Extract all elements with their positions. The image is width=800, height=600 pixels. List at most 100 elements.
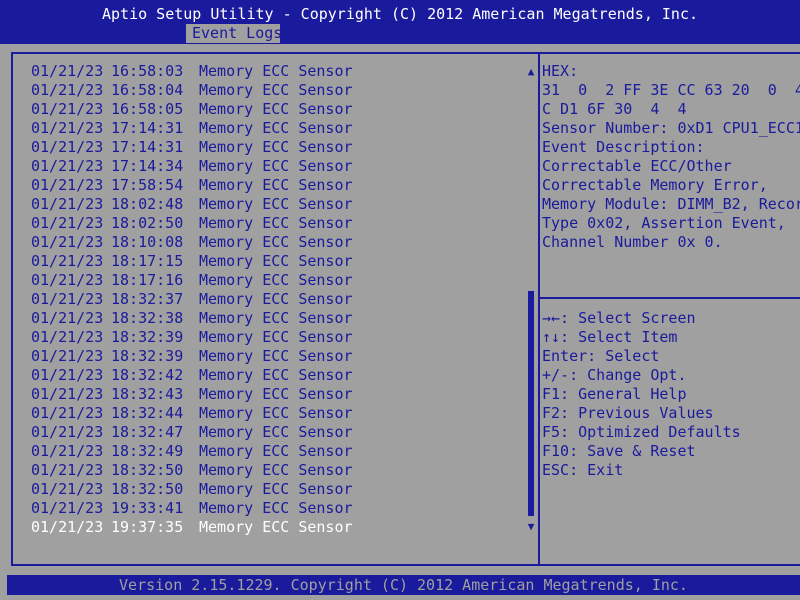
log-sensor: Memory ECC Sensor [199, 404, 353, 422]
footer-bar: Version 2.15.1229. Copyright (C) 2012 Am… [7, 575, 800, 595]
detail-line: Event Description: [542, 138, 705, 156]
log-sensor: Memory ECC Sensor [199, 252, 353, 270]
log-date: 01/21/23 [31, 195, 104, 213]
log-row[interactable]: 01/21/23 18:32:50 Memory ECC Sensor [31, 461, 521, 480]
detail-line: C D1 6F 30 4 4 [542, 100, 687, 118]
key-help-line: F2: Previous Values [542, 404, 714, 422]
log-row[interactable]: 01/21/23 18:32:37 Memory ECC Sensor [31, 290, 521, 309]
log-time: 18:32:50 [111, 461, 184, 479]
log-sensor: Memory ECC Sensor [199, 461, 353, 479]
log-time: 18:32:44 [111, 404, 184, 422]
page-title: Aptio Setup Utility - Copyright (C) 2012… [101, 5, 699, 23]
detail-line: Channel Number 0x 0. [542, 233, 723, 251]
log-sensor: Memory ECC Sensor [199, 385, 353, 403]
log-row[interactable]: 01/21/23 16:58:05 Memory ECC Sensor [31, 100, 521, 119]
log-row[interactable]: 01/21/23 18:32:38 Memory ECC Sensor [31, 309, 521, 328]
scrollbar-thumb[interactable] [528, 291, 534, 516]
log-date: 01/21/23 [31, 404, 104, 422]
log-time: 18:32:47 [111, 423, 184, 441]
detail-line: HEX: [542, 62, 579, 80]
log-date: 01/21/23 [31, 461, 104, 479]
log-time: 18:32:42 [111, 366, 184, 384]
log-date: 01/21/23 [31, 518, 104, 536]
detail-line: 31 0 2 FF 3E CC 63 20 0 4 [542, 81, 800, 99]
log-sensor: Memory ECC Sensor [199, 309, 353, 327]
log-time: 17:14:31 [111, 119, 184, 137]
log-date: 01/21/23 [31, 290, 104, 308]
detail-line: Correctable Memory Error, [542, 176, 768, 194]
log-row[interactable]: 01/21/23 17:14:34 Memory ECC Sensor [31, 157, 521, 176]
log-time: 17:58:54 [111, 176, 184, 194]
event-detail-panel: HEX: 31 0 2 FF 3E CC 63 20 0 4C D1 6F 30 … [542, 62, 800, 252]
log-date: 01/21/23 [31, 81, 104, 99]
log-date: 01/21/23 [31, 480, 104, 498]
header-bar: Aptio Setup Utility - Copyright (C) 2012… [0, 0, 800, 44]
log-sensor: Memory ECC Sensor [199, 347, 353, 365]
key-help-panel: →←: Select Screen ↑↓: Select Item Enter: S… [542, 309, 800, 480]
log-date: 01/21/23 [31, 214, 104, 232]
log-time: 18:32:43 [111, 385, 184, 403]
log-row[interactable]: 01/21/23 16:58:04 Memory ECC Sensor [31, 81, 521, 100]
log-row[interactable]: 01/21/23 18:17:15 Memory ECC Sensor [31, 252, 521, 271]
log-sensor: Memory ECC Sensor [199, 157, 353, 175]
log-date: 01/21/23 [31, 119, 104, 137]
log-date: 01/21/23 [31, 499, 104, 517]
detail-line: Correctable ECC/Other [542, 157, 732, 175]
scroll-up-arrow-icon[interactable]: ▲ [524, 62, 538, 81]
log-date: 01/21/23 [31, 309, 104, 327]
key-help-line: →←: Select Screen [542, 309, 696, 327]
log-row[interactable]: 01/21/23 16:58:03 Memory ECC Sensor [31, 62, 521, 81]
log-time: 18:17:15 [111, 252, 184, 270]
log-sensor: Memory ECC Sensor [199, 499, 353, 517]
panel-divider-horizontal [540, 297, 800, 299]
log-row[interactable]: 01/21/23 17:58:54 Memory ECC Sensor [31, 176, 521, 195]
key-help-line: F1: General Help [542, 385, 687, 403]
log-time: 18:02:48 [111, 195, 184, 213]
key-help-line: ESC: Exit [542, 461, 624, 479]
log-sensor: Memory ECC Sensor [199, 233, 353, 251]
log-row[interactable]: 01/21/23 18:32:43 Memory ECC Sensor [31, 385, 521, 404]
log-time: 18:17:16 [111, 271, 184, 289]
log-sensor: Memory ECC Sensor [199, 195, 353, 213]
log-sensor: Memory ECC Sensor [199, 328, 353, 346]
log-row[interactable]: 01/21/23 18:02:48 Memory ECC Sensor [31, 195, 521, 214]
log-row[interactable]: 01/21/23 18:32:50 Memory ECC Sensor [31, 480, 521, 499]
log-row[interactable]: 01/21/23 18:32:39 Memory ECC Sensor [31, 347, 521, 366]
log-time: 19:37:35 [111, 518, 184, 536]
tab-divider [280, 24, 288, 43]
log-row[interactable]: 01/21/23 19:37:35 Memory ECC Sensor [31, 518, 521, 537]
panel-divider-vertical [538, 54, 540, 566]
key-help-line: F5: Optimized Defaults [542, 423, 741, 441]
log-date: 01/21/23 [31, 385, 104, 403]
log-row[interactable]: 01/21/23 18:17:16 Memory ECC Sensor [31, 271, 521, 290]
log-row[interactable]: 01/21/23 18:32:44 Memory ECC Sensor [31, 404, 521, 423]
log-row[interactable]: 01/21/23 17:14:31 Memory ECC Sensor [31, 119, 521, 138]
log-sensor: Memory ECC Sensor [199, 100, 353, 118]
log-row[interactable]: 01/21/23 18:32:49 Memory ECC Sensor [31, 442, 521, 461]
bios-screen: Aptio Setup Utility - Copyright (C) 2012… [0, 0, 800, 600]
log-time: 18:32:38 [111, 309, 184, 327]
detail-line: Type 0x02, Assertion Event, [542, 214, 786, 232]
tab-event-logs[interactable]: Event Logs [186, 24, 289, 43]
log-date: 01/21/23 [31, 442, 104, 460]
log-row[interactable]: 01/21/23 17:14:31 Memory ECC Sensor [31, 138, 521, 157]
log-row[interactable]: 01/21/23 19:33:41 Memory ECC Sensor [31, 499, 521, 518]
log-date: 01/21/23 [31, 271, 104, 289]
log-time: 18:32:49 [111, 442, 184, 460]
log-date: 01/21/23 [31, 62, 104, 80]
event-log-list: 01/21/23 16:58:03 Memory ECC Sensor 01/21/2… [31, 62, 521, 537]
log-date: 01/21/23 [31, 328, 104, 346]
log-date: 01/21/23 [31, 138, 104, 156]
log-row[interactable]: 01/21/23 18:32:39 Memory ECC Sensor [31, 328, 521, 347]
key-help-line: ↑↓: Select Item [542, 328, 678, 346]
log-sensor: Memory ECC Sensor [199, 480, 353, 498]
scroll-down-arrow-icon[interactable]: ▼ [524, 517, 538, 536]
log-time: 18:10:08 [111, 233, 184, 251]
log-row[interactable]: 01/21/23 18:32:42 Memory ECC Sensor [31, 366, 521, 385]
log-row[interactable]: 01/21/23 18:02:50 Memory ECC Sensor [31, 214, 521, 233]
log-date: 01/21/23 [31, 157, 104, 175]
log-row[interactable]: 01/21/23 18:32:47 Memory ECC Sensor [31, 423, 521, 442]
log-sensor: Memory ECC Sensor [199, 81, 353, 99]
log-date: 01/21/23 [31, 176, 104, 194]
log-row[interactable]: 01/21/23 18:10:08 Memory ECC Sensor [31, 233, 521, 252]
